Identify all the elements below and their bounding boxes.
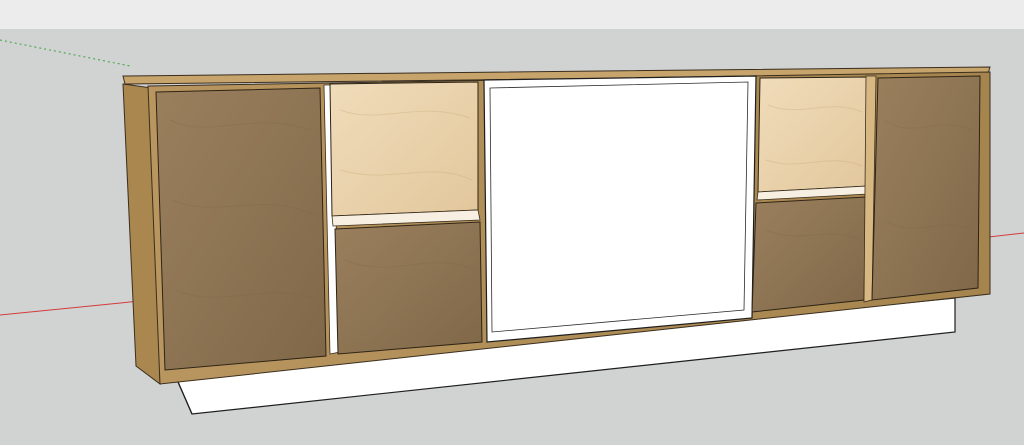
center-white-inner	[489, 81, 749, 333]
cabinet-3d-model[interactable]	[0, 0, 1024, 445]
left-door-panel[interactable]	[155, 87, 327, 371]
center-right-bottom-drawer[interactable]	[751, 196, 867, 313]
center-left-top-drawer[interactable]	[329, 81, 479, 217]
green-axis-line	[0, 39, 131, 67]
center-left-bottom-drawer[interactable]	[334, 221, 483, 355]
red-axis-line-left	[0, 299, 151, 316]
right-door-panel[interactable]	[871, 75, 981, 301]
center-right-top-drawer[interactable]	[757, 76, 871, 193]
